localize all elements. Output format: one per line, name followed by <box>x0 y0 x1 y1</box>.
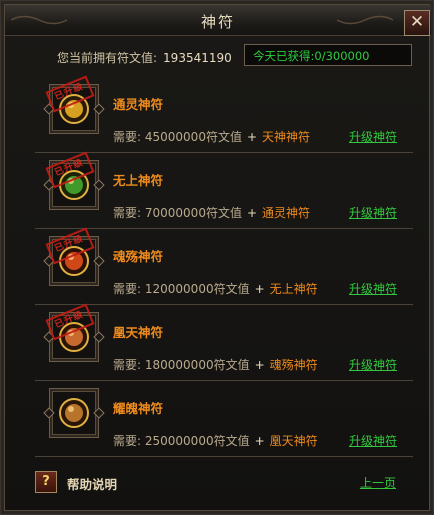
req-cost: 70000000 <box>144 206 206 220</box>
plus-sign: + <box>246 130 258 144</box>
req-label: 需要: <box>113 282 142 296</box>
plus-sign: + <box>254 358 265 372</box>
rune-icon <box>59 398 89 428</box>
req-target-rune: 天神神符 <box>262 130 311 144</box>
rune-slot[interactable] <box>49 388 99 438</box>
req-cost: 180000000 <box>144 358 214 372</box>
req-unit: 符文值 <box>213 358 250 372</box>
rune-slot[interactable]: 已升级 <box>45 303 99 362</box>
req-unit: 符文值 <box>213 282 250 296</box>
points-value: 193541190 <box>163 51 232 65</box>
req-target-rune: 魂殇神符 <box>269 358 318 372</box>
rune-row: 已升级 魂殇神符 需要: 120000000符文值 + 无上神符 升级神符 <box>35 227 413 305</box>
today-earned: 今天已获得:0/300000 <box>244 44 412 66</box>
current-points: 您当前拥有符文值: 193541190 <box>57 49 232 66</box>
req-unit: 符文值 <box>205 206 242 220</box>
plus-sign: + <box>246 206 258 220</box>
upgrade-rune-link[interactable]: 升级神符 <box>349 432 397 449</box>
rune-name: 魂殇神符 <box>113 249 164 264</box>
req-cost: 120000000 <box>144 282 214 296</box>
plus-sign: + <box>254 434 265 448</box>
req-target-rune: 通灵神符 <box>262 206 311 220</box>
rune-requirement: 需要: 180000000符文值 + 魂殇神符 <box>113 356 318 373</box>
today-label: 今天已获得: <box>253 49 315 63</box>
rune-row: 耀魄神符 需要: 250000000符文值 + 凰天神符 升级神符 <box>35 381 413 457</box>
upgrade-rune-link[interactable]: 升级神符 <box>349 204 397 221</box>
help-link[interactable]: 帮助说明 <box>67 474 117 493</box>
upgrade-rune-link[interactable]: 升级神符 <box>349 356 397 373</box>
rune-name: 耀魄神符 <box>113 401 164 416</box>
rune-row: 已升级 通灵神符 需要: 45000000符文值 + 天神神符 升级神符 <box>35 75 413 153</box>
rune-slot[interactable]: 已升级 <box>45 151 99 210</box>
upgrade-rune-link[interactable]: 升级神符 <box>349 280 397 297</box>
title-bar[interactable]: 神符 ✕ <box>5 5 431 36</box>
help-icon[interactable]: ? <box>35 471 57 493</box>
req-label: 需要: <box>113 130 142 144</box>
rune-requirement: 需要: 120000000符文值 + 无上神符 <box>113 280 318 297</box>
rune-slot[interactable]: 已升级 <box>45 227 99 286</box>
rune-requirement: 需要: 250000000符文值 + 凰天神符 <box>113 432 318 449</box>
rune-requirement: 需要: 45000000符文值 + 天神神符 <box>113 128 310 145</box>
title-ornament-right <box>336 15 394 25</box>
rune-slot[interactable]: 已升级 <box>45 75 99 134</box>
req-cost: 45000000 <box>144 130 206 144</box>
rune-name: 凰天神符 <box>113 325 164 340</box>
rune-requirement: 需要: 70000000符文值 + 通灵神符 <box>113 204 310 221</box>
rune-row: 已升级 凰天神符 需要: 180000000符文值 + 魂殇神符 升级神符 <box>35 303 413 381</box>
rune-row: 已升级 无上神符 需要: 70000000符文值 + 通灵神符 升级神符 <box>35 151 413 229</box>
req-label: 需要: <box>113 358 142 372</box>
rune-window: 神符 ✕ 您当前拥有符文值: 193541190 今天已获得:0/300000 已… <box>0 0 434 515</box>
plus-sign: + <box>254 282 265 296</box>
rune-name: 无上神符 <box>113 173 164 188</box>
req-label: 需要: <box>113 434 142 448</box>
req-unit: 符文值 <box>205 130 242 144</box>
req-label: 需要: <box>113 206 142 220</box>
upgrade-rune-link[interactable]: 升级神符 <box>349 128 397 145</box>
req-cost: 250000000 <box>144 434 214 448</box>
points-label: 您当前拥有符文值: <box>57 51 158 65</box>
rune-name: 通灵神符 <box>113 97 164 112</box>
today-value: 0/300000 <box>314 49 370 63</box>
req-target-rune: 无上神符 <box>269 282 318 296</box>
req-target-rune: 凰天神符 <box>269 434 318 448</box>
row-divider <box>35 456 413 457</box>
previous-page-link[interactable]: 上一页 <box>360 474 396 491</box>
req-unit: 符文值 <box>213 434 250 448</box>
close-button[interactable]: ✕ <box>404 10 430 36</box>
